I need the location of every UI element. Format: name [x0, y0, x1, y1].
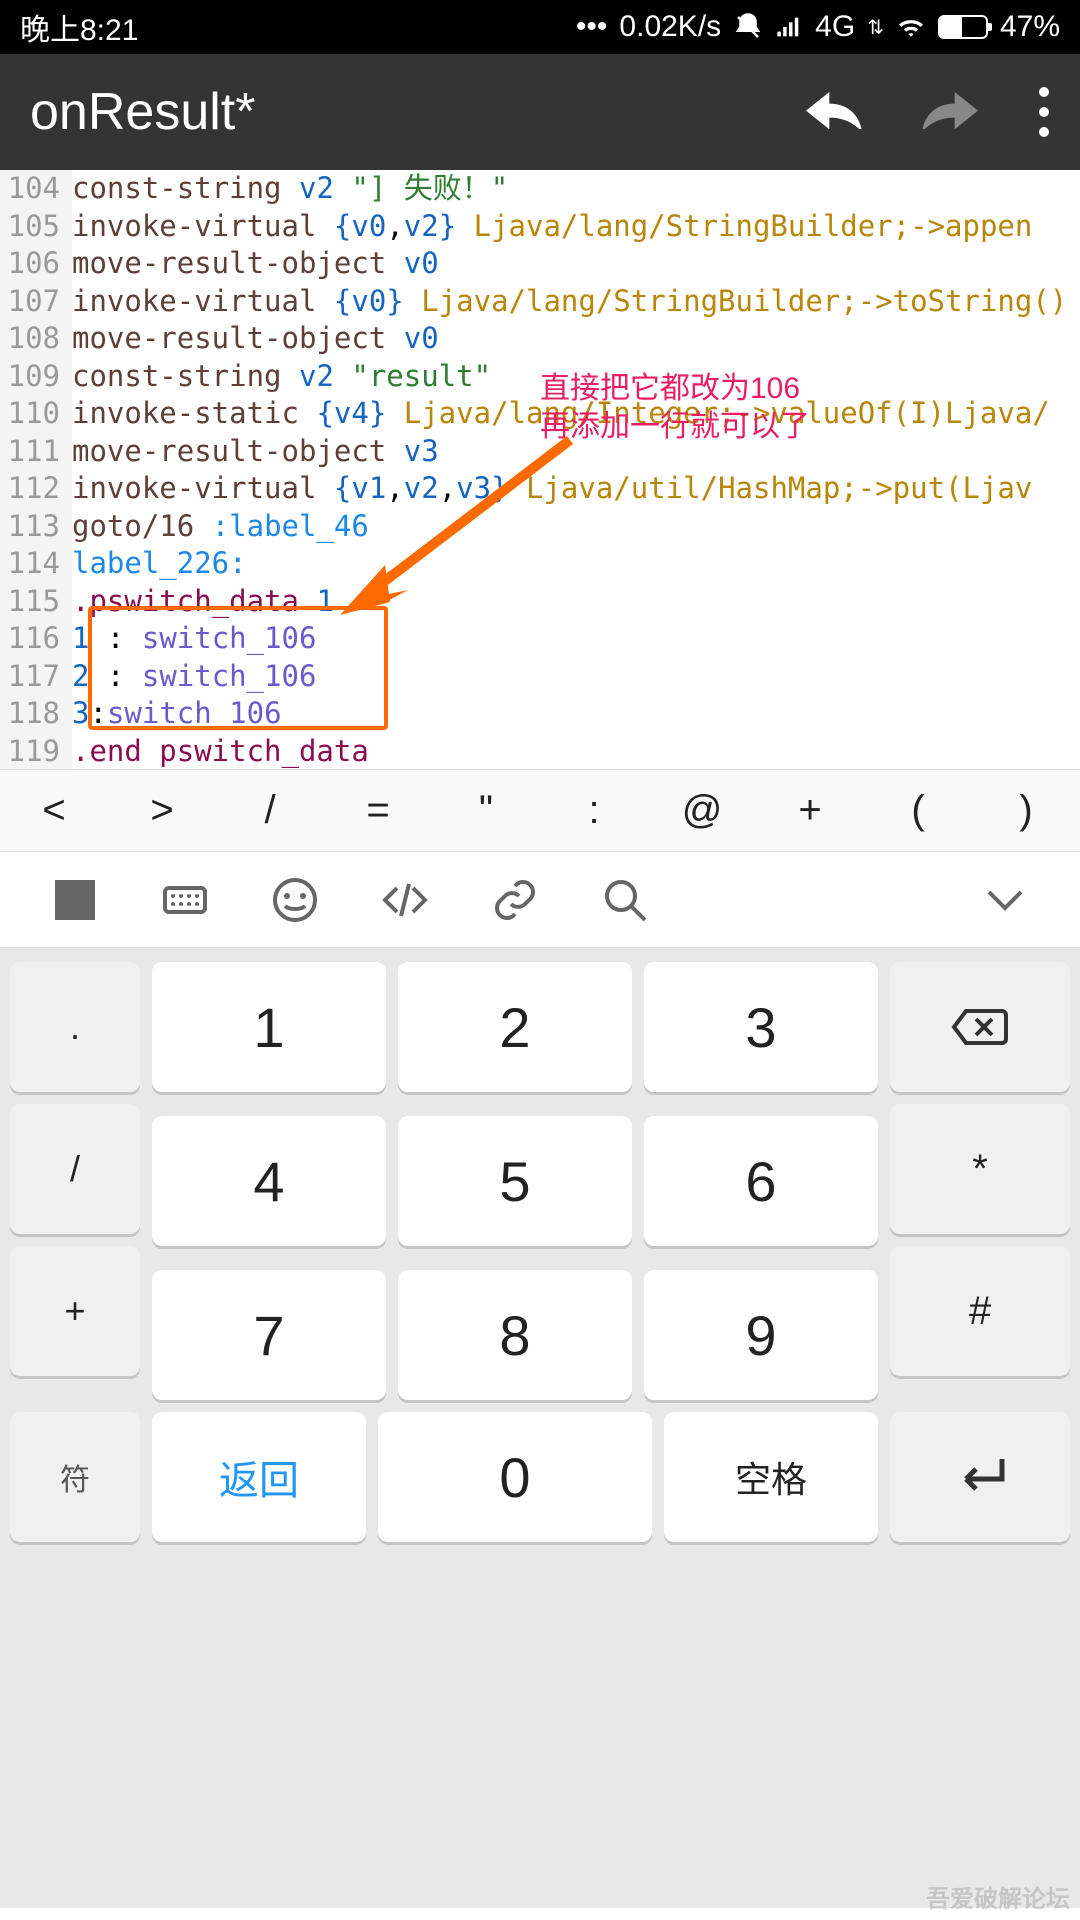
- key-2[interactable]: 2: [398, 962, 632, 1092]
- key-7[interactable]: 7: [152, 1270, 386, 1400]
- line-number: 107: [0, 283, 72, 321]
- watermark: 吾爱破解论坛: [926, 1879, 1070, 1914]
- more-menu-button[interactable]: [1038, 87, 1050, 137]
- keyboard-icon[interactable]: [130, 876, 240, 924]
- code-line[interactable]: 114label_226:: [0, 545, 1080, 583]
- emoji-icon[interactable]: [240, 876, 350, 924]
- code-line[interactable]: 106move-result-object v0: [0, 245, 1080, 283]
- symbol-shortcut-row: <>/=":@+(): [0, 770, 1080, 852]
- updown-icon: ⇅: [867, 15, 884, 40]
- code-line[interactable]: 105invoke-virtual {v0,v2} Ljava/lang/Str…: [0, 208, 1080, 246]
- key-5[interactable]: 5: [398, 1116, 632, 1246]
- code-line[interactable]: 108move-result-object v0: [0, 320, 1080, 358]
- undo-button[interactable]: [806, 92, 862, 132]
- numeric-keyboard: . / + 1 2 3 4 5 6 7 8 9 *: [0, 948, 1080, 1908]
- network-type: 4G: [815, 10, 855, 44]
- status-bar: 晚上8:21 ••• 0.02K/s 4G ⇅ 47%: [0, 0, 1080, 54]
- key-enter[interactable]: [890, 1412, 1070, 1542]
- link-icon[interactable]: [460, 876, 570, 924]
- mute-icon: [733, 12, 763, 42]
- key-backspace[interactable]: [890, 962, 1070, 1092]
- signal-icon: [775, 15, 803, 39]
- wifi-icon: [896, 15, 926, 39]
- code-content[interactable]: invoke-virtual {v0} Ljava/lang/StringBui…: [72, 283, 1080, 321]
- key-plus[interactable]: +: [10, 1246, 140, 1376]
- code-tag-icon[interactable]: [350, 876, 460, 924]
- symbol-key[interactable]: +: [756, 788, 864, 833]
- key-return-mode[interactable]: 返回: [152, 1412, 366, 1542]
- key-hash[interactable]: #: [890, 1246, 1070, 1376]
- line-number: 119: [0, 733, 72, 771]
- symbol-key[interactable]: =: [324, 788, 432, 833]
- symbol-key[interactable]: ): [972, 788, 1080, 833]
- code-content[interactable]: invoke-virtual {v1,v2,v3} Ljava/util/Has…: [72, 470, 1080, 508]
- line-number: 110: [0, 395, 72, 433]
- line-number: 108: [0, 320, 72, 358]
- symbol-key[interactable]: >: [108, 788, 216, 833]
- line-number: 117: [0, 658, 72, 696]
- key-dot[interactable]: .: [10, 962, 140, 1092]
- symbol-key[interactable]: (: [864, 788, 972, 833]
- line-number: 113: [0, 508, 72, 546]
- symbol-key[interactable]: :: [540, 788, 648, 833]
- key-symbol[interactable]: 符: [10, 1412, 140, 1542]
- key-4[interactable]: 4: [152, 1116, 386, 1246]
- editor-toolbar: [0, 852, 1080, 948]
- highlight-box: [88, 606, 388, 730]
- search-icon[interactable]: [570, 876, 680, 924]
- code-line[interactable]: 112invoke-virtual {v1,v2,v3} Ljava/util/…: [0, 470, 1080, 508]
- symbol-key[interactable]: ": [432, 788, 540, 833]
- dots-icon: •••: [576, 10, 608, 44]
- key-9[interactable]: 9: [644, 1270, 878, 1400]
- line-number: 114: [0, 545, 72, 583]
- code-content[interactable]: move-result-object v0: [72, 245, 1080, 283]
- collapse-keyboard-icon[interactable]: [950, 876, 1060, 924]
- key-space[interactable]: 空格: [664, 1412, 878, 1542]
- status-time: 晚上8:21: [20, 5, 576, 49]
- code-line[interactable]: 104const-string v2 "] 失败！": [0, 170, 1080, 208]
- key-slash[interactable]: /: [10, 1104, 140, 1234]
- key-1[interactable]: 1: [152, 962, 386, 1092]
- key-8[interactable]: 8: [398, 1270, 632, 1400]
- code-editor[interactable]: 104const-string v2 "] 失败！"105invoke-virt…: [0, 170, 1080, 770]
- line-number: 109: [0, 358, 72, 396]
- symbol-key[interactable]: <: [0, 788, 108, 833]
- symbol-key[interactable]: /: [216, 788, 324, 833]
- code-content[interactable]: invoke-virtual {v0,v2} Ljava/lang/String…: [72, 208, 1080, 246]
- line-number: 115: [0, 583, 72, 621]
- key-3[interactable]: 3: [644, 962, 878, 1092]
- line-number: 111: [0, 433, 72, 471]
- code-content[interactable]: const-string v2 "] 失败！": [72, 170, 1080, 208]
- grid-icon[interactable]: [20, 876, 130, 924]
- code-content[interactable]: label_226:: [72, 545, 1080, 583]
- line-number: 112: [0, 470, 72, 508]
- code-line[interactable]: 113goto/16 :label_46: [0, 508, 1080, 546]
- key-star[interactable]: *: [890, 1104, 1070, 1234]
- code-content[interactable]: move-result-object v0: [72, 320, 1080, 358]
- code-content[interactable]: goto/16 :label_46: [72, 508, 1080, 546]
- redo-button[interactable]: [922, 92, 978, 132]
- line-number: 104: [0, 170, 72, 208]
- line-number: 116: [0, 620, 72, 658]
- code-line[interactable]: 119.end pswitch_data: [0, 733, 1080, 771]
- line-number: 105: [0, 208, 72, 246]
- network-speed: 0.02K/s: [619, 10, 721, 44]
- key-0[interactable]: 0: [378, 1412, 652, 1542]
- annotation-text: 直接把它都改为106 再添加一行就可以了: [540, 370, 810, 446]
- battery-percent: 47%: [1000, 10, 1060, 44]
- key-6[interactable]: 6: [644, 1116, 878, 1246]
- code-content[interactable]: .end pswitch_data: [72, 733, 1080, 771]
- code-line[interactable]: 107invoke-virtual {v0} Ljava/lang/String…: [0, 283, 1080, 321]
- app-bar: onResult*: [0, 54, 1080, 170]
- app-title: onResult*: [30, 82, 806, 142]
- battery-icon: [938, 15, 988, 39]
- symbol-key[interactable]: @: [648, 788, 756, 833]
- line-number: 118: [0, 695, 72, 733]
- line-number: 106: [0, 245, 72, 283]
